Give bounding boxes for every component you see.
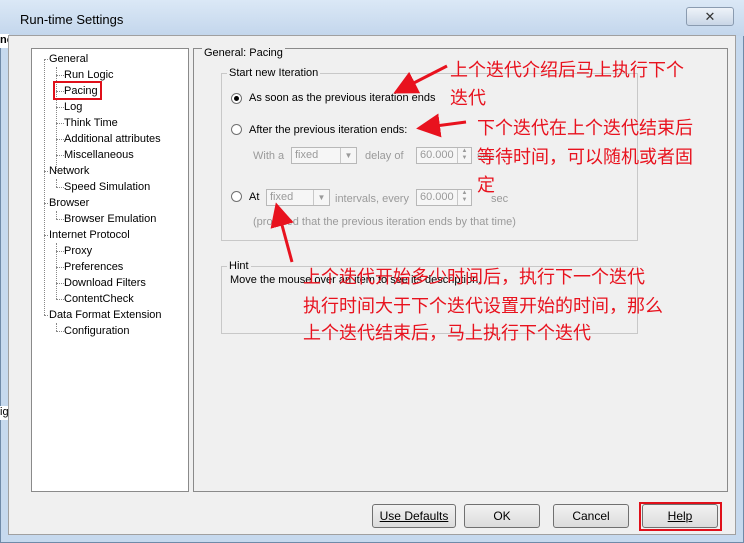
annotation-3-line-1: 上个迭代开始多少时间后，执行下一个迭代 [303,267,645,287]
arrow-to-opt1 [393,64,448,94]
annotation-3-line-3: 上个迭代结束后，马上执行下个迭代 [303,323,591,343]
annotation-1-line-1: 上个迭代介绍后马上执行下个 [450,60,684,80]
arrow-to-opt3 [270,202,294,263]
arrow-to-opt2 [416,113,467,138]
annotation-3-line-2: 执行时间大于下个迭代设置开始的时间，那么 [303,296,663,316]
annotation-1-line-2: 迭代 [450,88,486,108]
annotation-2-line-1: 下个迭代在上个迭代结束后 [477,118,693,138]
annotation-2-line-3: 定 [477,175,495,195]
annotation-2-line-2: 等待时间，可以随机或者固 [477,147,693,167]
